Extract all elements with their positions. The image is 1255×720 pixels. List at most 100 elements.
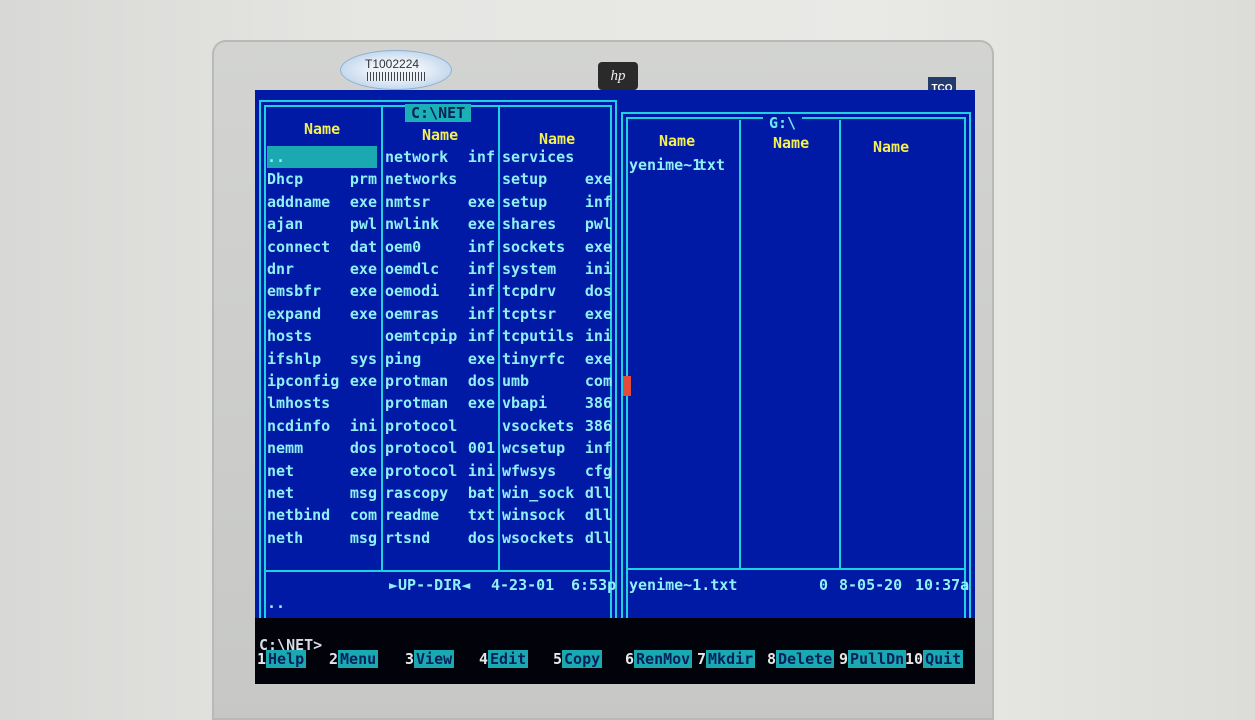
column-divider <box>498 106 500 570</box>
file-entry[interactable]: net exe <box>267 460 377 482</box>
file-entry[interactable]: protocol <box>385 415 495 437</box>
file-entry[interactable]: dnr exe <box>267 258 377 280</box>
file-entry[interactable]: oemtcpip inf <box>385 325 495 347</box>
file-entry[interactable]: yenime~1 txt <box>629 154 725 176</box>
file-extension: dat <box>349 237 377 256</box>
file-entry[interactable]: tcpdrv dos <box>502 280 612 302</box>
file-entry[interactable]: oemodi inf <box>385 280 495 302</box>
fkey-menu-button[interactable]: 2 Menu <box>329 646 379 672</box>
file-extension: dos <box>467 372 495 390</box>
file-entry[interactable]: protocol ini <box>385 460 495 482</box>
file-entry[interactable]: readme txt <box>385 504 495 526</box>
file-entry[interactable]: neth msg <box>267 527 377 549</box>
file-entry[interactable]: services <box>502 146 612 168</box>
fkey-number: 3 <box>405 650 415 668</box>
file-entry[interactable]: vsockets 386 <box>502 415 612 437</box>
status-divider <box>264 570 612 572</box>
fkey-edit-button[interactable]: 4 Edit <box>479 646 529 672</box>
file-entry[interactable]: net msg <box>267 482 377 504</box>
file-entry[interactable]: vbapi 386 <box>502 392 612 414</box>
file-entry[interactable]: tcputils ini <box>502 325 612 347</box>
file-entry[interactable]: ping exe <box>385 348 495 370</box>
file-entry[interactable]: netbind com <box>267 504 377 526</box>
file-extension: sys <box>349 349 377 368</box>
file-entry[interactable]: Dhcp prm <box>267 168 377 190</box>
file-extension: exe <box>467 215 495 234</box>
status-divider <box>626 568 966 570</box>
file-entry[interactable]: ifshlp sys <box>267 348 377 370</box>
file-entry[interactable]: oemdlc inf <box>385 258 495 280</box>
file-entry[interactable]: nwlink exe <box>385 213 495 235</box>
file-entry[interactable]: wcsetup inf <box>502 437 612 459</box>
file-extension: dos <box>349 439 377 458</box>
fkey-mkdir-button[interactable]: 7 Mkdir <box>697 646 756 672</box>
file-entry[interactable]: umb com <box>502 370 612 392</box>
file-name: neth <box>267 528 304 547</box>
file-extension: exe <box>349 282 377 301</box>
file-entry[interactable]: protman dos <box>385 370 495 392</box>
file-entry[interactable]: ajan pwl <box>267 213 377 235</box>
file-entry[interactable]: wsockets dll <box>502 527 612 549</box>
file-entry[interactable]: addname exe <box>267 191 377 213</box>
file-entry[interactable]: tinyrfc exe <box>502 348 612 370</box>
file-entry[interactable]: protman exe <box>385 392 495 414</box>
file-entry[interactable]: .. <box>267 146 377 168</box>
file-extension: ini <box>349 416 377 435</box>
right-status-name: yenime~1.txt <box>629 576 738 594</box>
file-entry[interactable]: network inf <box>385 146 495 168</box>
fkey-label: PullDn <box>848 650 907 668</box>
file-entry[interactable]: setup inf <box>502 191 612 213</box>
file-entry[interactable]: setup exe <box>502 168 612 190</box>
file-entry[interactable]: system ini <box>502 258 612 280</box>
file-entry[interactable]: expand exe <box>267 303 377 325</box>
file-entry[interactable]: shares pwl <box>502 213 612 235</box>
fkey-number: 10 <box>905 650 924 668</box>
file-extension: exe <box>584 237 612 256</box>
file-entry[interactable]: nemm dos <box>267 437 377 459</box>
file-entry[interactable]: wfwsys cfg <box>502 460 612 482</box>
file-name: connect <box>267 237 331 256</box>
file-entry[interactable]: oemras inf <box>385 303 495 325</box>
fkey-renmov-button[interactable]: 6 RenMov <box>625 646 693 672</box>
fkey-view-button[interactable]: 3 View <box>405 646 455 672</box>
file-extension: pwl <box>349 215 377 234</box>
fkey-label: Menu <box>338 650 379 668</box>
file-extension: exe <box>467 394 495 413</box>
fkey-delete-button[interactable]: 8 Delete <box>767 646 835 672</box>
column-divider <box>839 120 841 568</box>
fkey-pulldn-button[interactable]: 9 PullDn <box>839 646 907 672</box>
file-entry[interactable]: sockets exe <box>502 236 612 258</box>
file-entry[interactable]: oem0 inf <box>385 236 495 258</box>
file-name: netbind <box>267 506 331 525</box>
file-entry[interactable]: ipconfig exe <box>267 370 377 392</box>
fkey-help-button[interactable]: 1 Help <box>257 646 307 672</box>
file-entry[interactable]: networks <box>385 168 495 190</box>
right-status-time: 10:37a <box>915 576 970 594</box>
file-name: oemodi <box>385 282 440 301</box>
file-entry[interactable]: rascopy bat <box>385 482 495 504</box>
fkey-copy-button[interactable]: 5 Copy <box>553 646 603 672</box>
column-header: Name <box>422 126 459 144</box>
file-name: umb <box>502 372 530 390</box>
file-name: protman <box>385 394 449 413</box>
file-entry[interactable]: win_sock dll <box>502 482 612 504</box>
left-panel-path[interactable]: C:\NET <box>405 104 472 122</box>
file-entry[interactable]: hosts <box>267 325 377 347</box>
file-entry[interactable]: emsbfr exe <box>267 280 377 302</box>
file-entry[interactable]: tcptsr exe <box>502 303 612 325</box>
right-file-panel[interactable] <box>621 112 971 626</box>
file-name: protocol <box>385 461 458 480</box>
file-entry[interactable]: ncdinfo ini <box>267 415 377 437</box>
fkey-quit-button[interactable]: 10 Quit <box>905 646 964 672</box>
file-entry[interactable]: protocol 001 <box>385 437 495 459</box>
file-entry[interactable]: winsock dll <box>502 504 612 526</box>
file-name: networks <box>385 170 458 189</box>
file-entry[interactable]: rtsnd dos <box>385 527 495 549</box>
file-entry[interactable]: connect dat <box>267 236 377 258</box>
file-entry[interactable]: nmtsr exe <box>385 191 495 213</box>
file-entry[interactable]: lmhosts <box>267 392 377 414</box>
file-name: protman <box>385 372 449 390</box>
right-panel-path[interactable]: G:\ <box>763 114 803 132</box>
fkey-label: Quit <box>923 650 964 668</box>
scroll-indicator[interactable] <box>623 376 631 396</box>
